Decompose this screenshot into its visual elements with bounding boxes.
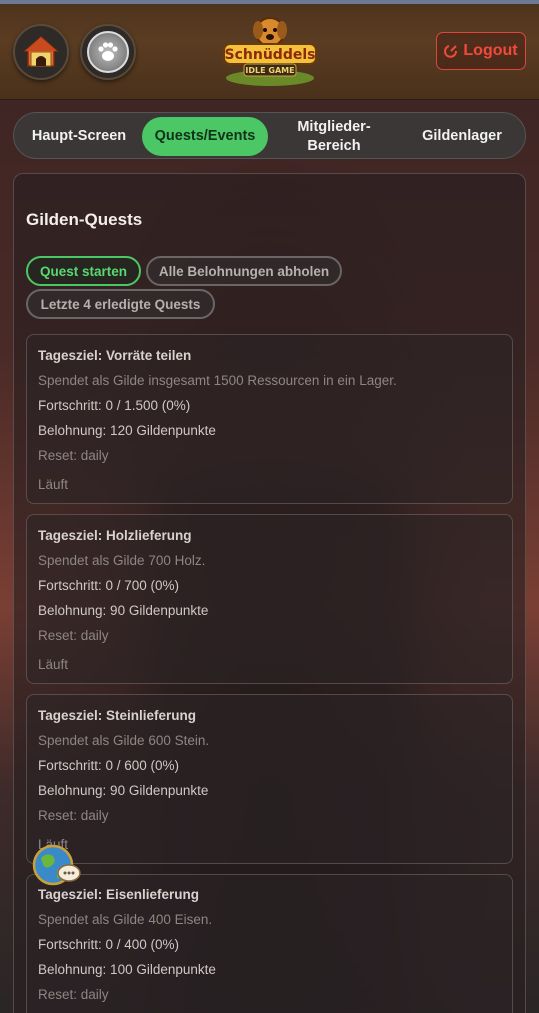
- tab-gildenlager[interactable]: Gildenlager: [398, 117, 526, 156]
- quest-progress: Fortschritt: 0 / 700 (0%): [38, 578, 180, 593]
- quest-reset: Reset: daily: [38, 448, 109, 463]
- tab-haupt-screen[interactable]: Haupt-Screen: [18, 117, 140, 156]
- claim-all-rewards-button[interactable]: Alle Belohnungen abholen: [146, 256, 342, 286]
- svg-text:Schnüddels: Schnüddels: [225, 47, 316, 63]
- quest-reward: Belohnung: 120 Gildenpunkte: [38, 423, 216, 438]
- game-logo: Schnüddels IDLE GAME: [216, 14, 324, 90]
- quest-description: Spendet als Gilde insgesamt 1500 Ressour…: [38, 373, 397, 388]
- home-button[interactable]: [13, 24, 69, 80]
- quest-title: Tagesziel: Eisenlieferung: [38, 887, 200, 902]
- svg-text:IDLE GAME: IDLE GAME: [245, 66, 294, 75]
- main-tabs: Haupt-Screen Quests/Events Mitglieder-Be…: [13, 112, 526, 159]
- quest-status: Läuft: [38, 657, 69, 672]
- logout-icon: [444, 45, 458, 58]
- tab-mitglieder-bereich[interactable]: Mitglieder-Bereich: [272, 117, 396, 156]
- quest-description: Spendet als Gilde 400 Eisen.: [38, 912, 213, 927]
- panel-title: Gilden-Quests: [26, 210, 143, 229]
- app-header: Schnüddels IDLE GAME Logout: [0, 4, 539, 100]
- quest-reward: Belohnung: 90 Gildenpunkte: [38, 783, 209, 798]
- paw-icon: [98, 42, 118, 61]
- quest-reward: Belohnung: 100 Gildenpunkte: [38, 962, 216, 977]
- quest-title: Tagesziel: Steinlieferung: [38, 708, 197, 723]
- quest-card: Tagesziel: Steinlieferung Spendet als Gi…: [26, 694, 513, 864]
- chat-button[interactable]: [31, 842, 83, 888]
- quest-progress: Fortschritt: 0 / 1.500 (0%): [38, 398, 191, 413]
- tab-quests-events[interactable]: Quests/Events: [142, 117, 268, 156]
- quest-title: Tagesziel: Vorräte teilen: [38, 348, 192, 363]
- globe-chat-icon: [32, 844, 81, 886]
- start-quest-button[interactable]: Quest starten: [26, 256, 141, 286]
- last-four-quests-button[interactable]: Letzte 4 erledigte Quests: [26, 289, 215, 319]
- quest-reset: Reset: daily: [38, 628, 109, 643]
- quest-reset: Reset: daily: [38, 987, 109, 1002]
- quest-card: Tagesziel: Vorräte teilen Spendet als Gi…: [26, 334, 513, 504]
- paw-button[interactable]: [80, 24, 136, 80]
- quest-status: Läuft: [38, 477, 69, 492]
- quest-title: Tagesziel: Holzlieferung: [38, 528, 192, 543]
- logout-label: Logout: [463, 42, 518, 59]
- quest-description: Spendet als Gilde 600 Stein.: [38, 733, 210, 748]
- logout-button[interactable]: Logout: [436, 32, 526, 70]
- quest-reset: Reset: daily: [38, 808, 109, 823]
- quest-progress: Fortschritt: 0 / 400 (0%): [38, 937, 180, 952]
- quest-card: Tagesziel: Holzlieferung Spendet als Gil…: [26, 514, 513, 684]
- quest-card: Tagesziel: Eisenlieferung Spendet als Gi…: [26, 874, 513, 1013]
- quest-reward: Belohnung: 90 Gildenpunkte: [38, 603, 209, 618]
- quest-progress: Fortschritt: 0 / 600 (0%): [38, 758, 180, 773]
- quest-description: Spendet als Gilde 700 Holz.: [38, 553, 206, 568]
- doghouse-icon: [23, 36, 59, 67]
